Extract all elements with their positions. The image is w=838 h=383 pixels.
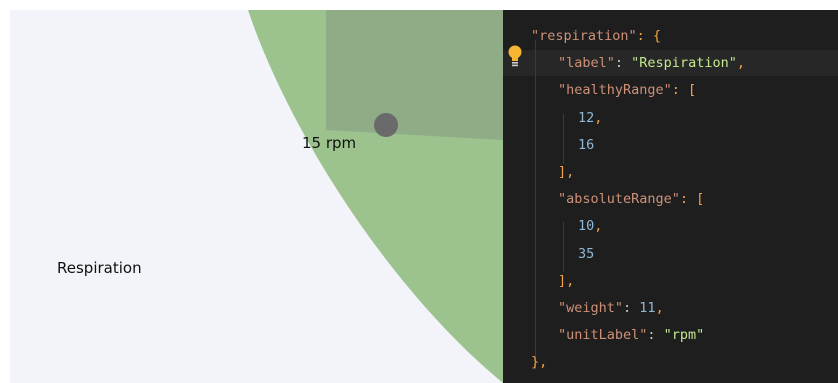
code-token: "unitLabel" (558, 327, 648, 344)
code-token: 16 (578, 136, 595, 153)
code-token: "label" (558, 55, 615, 72)
value-label: 15 rpm (302, 134, 357, 152)
code-line: 35 (578, 241, 594, 268)
code-token: 12 (578, 109, 595, 126)
code-token: "healthyRange" (558, 82, 672, 99)
code-line: }, (531, 349, 547, 376)
code-line: "healthyRange": [ (558, 77, 696, 104)
code-token: , (655, 300, 664, 316)
code-token: ], (558, 164, 575, 180)
respiration-value-point[interactable] (374, 113, 398, 137)
code-token: : (623, 300, 640, 316)
code-token: "absoluteRange" (558, 191, 680, 208)
code-token: 35 (578, 245, 595, 262)
indent-guide (563, 114, 564, 164)
code-line: "label": "Respiration", (558, 50, 745, 77)
respiration-value-area (326, 10, 503, 140)
code-token: 10 (578, 218, 595, 235)
code-token: , (594, 109, 603, 126)
code-token: , (736, 55, 745, 72)
code-editor[interactable]: "respiration": {"label": "Respiration", "… (503, 10, 838, 383)
code-token: : (614, 55, 632, 72)
code-line: ], (558, 268, 574, 295)
indent-guide (563, 222, 564, 272)
code-line: "respiration": { (531, 23, 661, 50)
radar-chart-panel: 15 rpm Respiration (10, 10, 503, 383)
code-token: , (594, 218, 603, 235)
code-line: "weight": 11, (558, 295, 664, 322)
code-token: : { (636, 28, 662, 44)
radar-chart (248, 10, 503, 383)
code-line: "unitLabel": "rpm" (558, 322, 704, 349)
lightbulb-icon[interactable] (508, 44, 522, 68)
code-line: 12, (578, 105, 602, 132)
axis-label: Respiration (57, 259, 142, 277)
indent-guide (535, 40, 536, 370)
code-token: "weight" (558, 300, 624, 316)
code-token: "respiration" (531, 28, 637, 44)
code-line: "absoluteRange": [ (558, 186, 704, 213)
code-line: 10, (578, 213, 602, 240)
code-token: : (647, 327, 664, 344)
code-token: 11 (639, 300, 656, 316)
code-token: ], (558, 272, 575, 289)
code-token: "Respiration" (631, 55, 737, 72)
code-token: : [ (671, 82, 697, 99)
code-token: : [ (679, 191, 705, 208)
code-line: 16 (578, 132, 594, 159)
code-token: "rpm" (663, 327, 705, 344)
code-token: }, (531, 354, 548, 371)
code-line: ], (558, 159, 574, 186)
